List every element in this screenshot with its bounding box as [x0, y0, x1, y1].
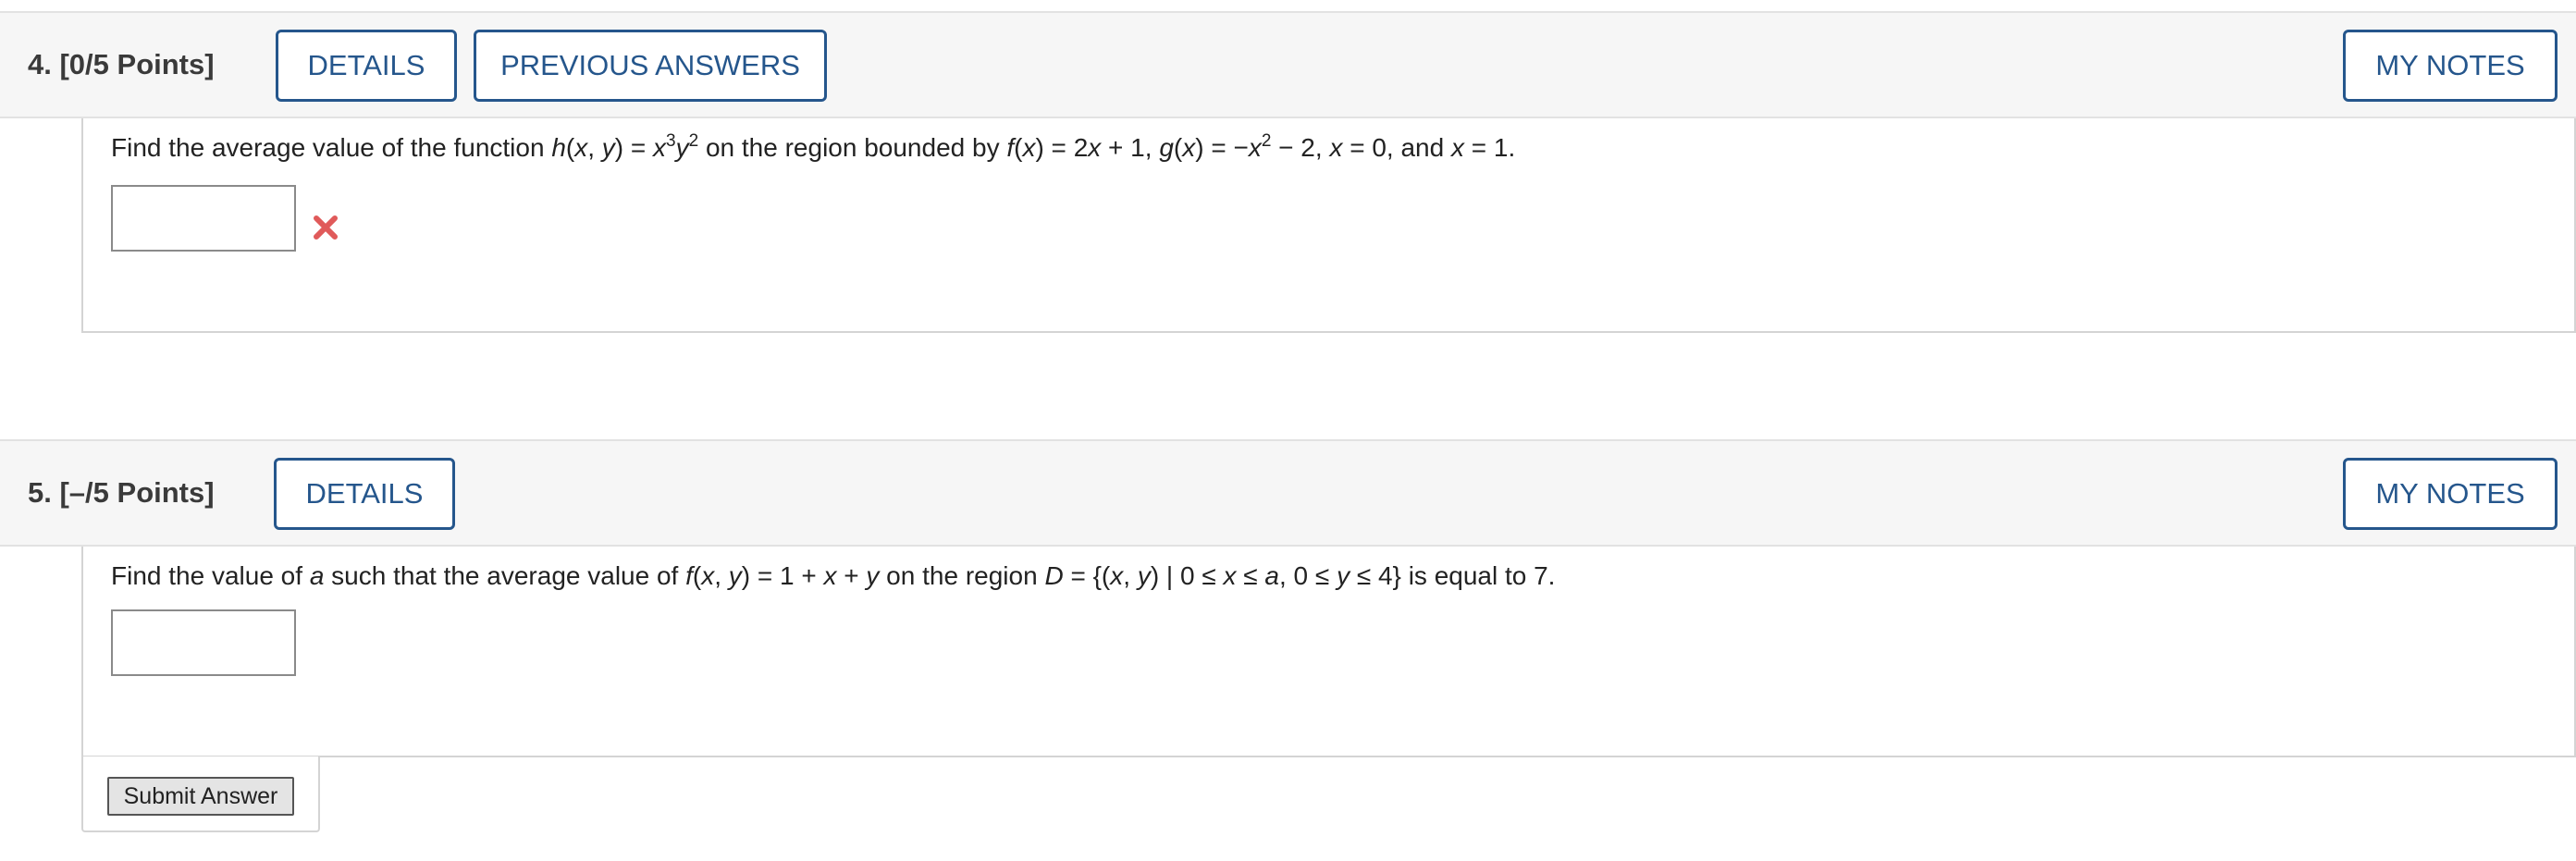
- question-5-number: 5.: [28, 476, 52, 509]
- question-5-my-notes-button[interactable]: MY NOTES: [2343, 458, 2558, 530]
- question-4-my-notes-button[interactable]: MY NOTES: [2343, 30, 2558, 102]
- submit-area: Submit Answer: [81, 756, 320, 832]
- incorrect-x-icon: [314, 215, 338, 240]
- question-5-body: Find the value of a such that the averag…: [81, 547, 2576, 757]
- question-5-answer-input[interactable]: [111, 609, 296, 676]
- question-4-header: 4. [0/5 Points] DETAILS PREVIOUS ANSWERS…: [0, 11, 2576, 118]
- question-5-points: [–/5 Points]: [59, 476, 215, 509]
- submit-answer-button[interactable]: Submit Answer: [107, 777, 294, 816]
- question-4-body: Find the average value of the function h…: [81, 118, 2576, 333]
- question-4-prompt: Find the average value of the function h…: [111, 131, 1516, 162]
- question-4-answer-input[interactable]: [111, 185, 296, 252]
- question-5-header: 5. [–/5 Points] DETAILS MY NOTES: [0, 439, 2576, 547]
- question-4-number: 4.: [28, 48, 52, 80]
- question-5-details-button[interactable]: DETAILS: [274, 458, 455, 530]
- question-4-previous-answers-button[interactable]: PREVIOUS ANSWERS: [474, 30, 827, 102]
- question-5-prompt: Find the value of a such that the averag…: [111, 561, 1556, 590]
- question-4-points: [0/5 Points]: [59, 48, 215, 80]
- question-4-title: 4. [0/5 Points]: [28, 13, 215, 117]
- question-4-details-button[interactable]: DETAILS: [276, 30, 457, 102]
- question-5-title: 5. [–/5 Points]: [28, 441, 215, 545]
